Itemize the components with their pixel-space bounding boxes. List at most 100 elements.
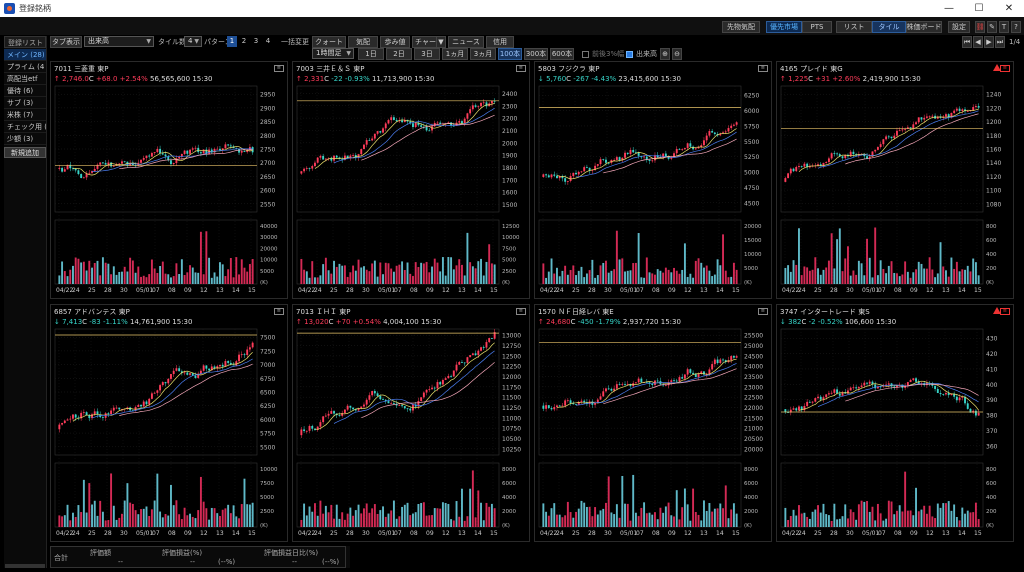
price-tick-label: 2650 <box>260 174 275 181</box>
add-list-button[interactable]: 新規追加 <box>4 147 46 158</box>
date-tick-label: 30 <box>846 530 854 537</box>
volume-tick-label: (K) <box>986 523 994 529</box>
list-view-button[interactable]: リスト <box>836 21 872 33</box>
date-tick-label: 08 <box>410 530 418 537</box>
date-tick-label: 15 <box>974 530 982 537</box>
news-button[interactable]: ニュース <box>448 36 484 48</box>
stock-board-button[interactable]: 株価ボード <box>906 21 942 33</box>
sidebar-item[interactable]: プライム (4 <box>4 61 46 73</box>
sidebar-scrollbar[interactable] <box>5 564 45 568</box>
interval-select[interactable]: 1時間足 <box>312 48 354 59</box>
date-tick-label: 30 <box>362 530 370 537</box>
volume-checkbox[interactable] <box>626 51 633 58</box>
prev-page-icon[interactable]: ◀ <box>973 36 983 48</box>
candlestick-chart[interactable]: 6250600057505500525050004750450020000150… <box>535 62 773 300</box>
date-tick-label: 07 <box>394 287 402 294</box>
candlestick-chart[interactable]: 13000 12750 12500 12250 12000 11750 11500 11250… <box>293 305 531 543</box>
tile-view-button[interactable]: タイル <box>872 21 906 33</box>
date-tick-label: 07 <box>394 530 402 537</box>
quote-button[interactable]: クォート <box>312 36 346 48</box>
range-3d-button[interactable]: 3日 <box>414 48 440 60</box>
sidebar-item[interactable]: メイン (28) <box>4 49 46 61</box>
limit-band-checkbox[interactable] <box>582 51 589 58</box>
sidebar-item[interactable]: サブ (3) <box>4 97 46 109</box>
date-tick-label: 25 <box>572 530 580 537</box>
last-page-icon[interactable]: ⏭ <box>995 36 1005 48</box>
range-2d-button[interactable]: 2日 <box>386 48 412 60</box>
zoom-in-icon[interactable]: ⊕ <box>660 48 670 60</box>
minimize-button[interactable]: — <box>934 0 964 17</box>
pen-icon[interactable]: ✎ <box>987 21 997 33</box>
sidebar-item[interactable]: 優待 (6) <box>4 85 46 97</box>
volume-tick-label: 5000 <box>260 495 274 501</box>
date-tick-label: 13 <box>216 530 224 537</box>
priority-market-button[interactable]: 優先市場 <box>766 21 802 33</box>
date-tick-label: 30 <box>120 287 128 294</box>
price-tick-label: 24000 <box>744 364 763 371</box>
candlestick-chart[interactable]: 2950 2900 2850 2800 2750 2700 2650 2600 2550 4000… <box>51 62 289 300</box>
price-tick-label: 4500 <box>744 200 759 207</box>
pattern-4-button[interactable]: 4 <box>263 36 273 47</box>
date-tick-label: 07 <box>878 530 886 537</box>
candlestick-chart[interactable]: 25500 25000 24500 24000 23500 23000 22500 22000… <box>535 305 773 543</box>
price-tick-label: 1800 <box>502 165 517 172</box>
candlestick-chart[interactable]: 430 420 410 400 390 380 370 360 800 600 400 200 (K) 0… <box>777 305 1015 543</box>
sidebar-item[interactable]: 米株 (7) <box>4 109 46 121</box>
price-tick-label: 2300 <box>502 103 517 110</box>
futures-quote-button[interactable]: 先物気配 <box>722 21 760 33</box>
range-600-button[interactable]: 600本 <box>550 48 574 60</box>
candlestick-chart[interactable]: 1240 1220 1200 1180 1160 1140 1120 1100 1080 800 6… <box>777 62 1015 300</box>
date-tick-label: 28 <box>104 530 112 537</box>
pnl-pct: (--%) <box>218 558 236 566</box>
text-size-icon[interactable]: T <box>999 21 1009 33</box>
pattern-3-button[interactable]: 3 <box>251 36 261 47</box>
order-book-button[interactable]: 気配 <box>348 36 378 48</box>
chart-tile[interactable]: 1570 ＮＦ日経レバ 東E ↑ 24,680C -450 -1.79% 2,93… <box>534 304 772 542</box>
tab-display-select[interactable]: 出来高 <box>84 36 154 47</box>
pattern-2-button[interactable]: 2 <box>239 36 249 47</box>
credit-button[interactable]: 信用 <box>486 36 514 48</box>
range-3m-button[interactable]: 3ヵ月 <box>470 48 496 60</box>
settings-button[interactable]: 設定 <box>948 21 970 33</box>
date-tick-label: 13 <box>700 287 708 294</box>
volume-tick-label: 8000 <box>744 467 758 473</box>
chart-dropdown-icon[interactable]: ▼ <box>436 36 446 48</box>
tile-count-select[interactable]: 4 <box>184 36 202 47</box>
sidebar-item[interactable]: 高配当etf <box>4 73 46 85</box>
pts-button[interactable]: PTS <box>802 21 832 33</box>
next-page-icon[interactable]: ▶ <box>984 36 994 48</box>
first-page-icon[interactable]: ⏮ <box>962 36 972 48</box>
candlestick-chart[interactable]: 7500 7250 7000 6750 6500 6250 6000 5750 5500 1000… <box>51 305 289 543</box>
date-tick-label: 24 <box>556 287 564 294</box>
date-tick-label: 24 <box>314 530 322 537</box>
link-icon[interactable]: ⛓ <box>975 21 985 33</box>
candlestick-chart[interactable]: 2400 2300 2200 2100 2000 1900 1800 1700 1600 1500… <box>293 62 531 300</box>
date-tick-label: 08 <box>894 287 902 294</box>
range-100-button[interactable]: 100本 <box>498 48 522 60</box>
close-button[interactable]: ✕ <box>994 0 1024 17</box>
price-tick-label: 2850 <box>260 119 275 126</box>
pattern-1-button[interactable]: 1 <box>227 36 237 47</box>
sidebar-item[interactable]: 少額 (3) <box>4 133 46 145</box>
chart-tile[interactable]: 5803 フジクラ 東P ↓ 5,760C -267 -4.43% 23,415,… <box>534 61 772 299</box>
range-1d-button[interactable]: 1日 <box>358 48 384 60</box>
zoom-out-icon[interactable]: ⊖ <box>672 48 682 60</box>
maximize-button[interactable]: ☐ <box>964 0 994 17</box>
range-1m-button[interactable]: 1ヵ月 <box>442 48 468 60</box>
sidebar-item[interactable]: チェック用 ( <box>4 121 46 133</box>
date-tick-label: 24 <box>314 287 322 294</box>
volume-tick-label: (K) <box>986 280 994 286</box>
chart-tile[interactable]: 7003 三井Ｅ＆Ｓ 東P ↑ 2,331C -22 -0.93% 11,713,… <box>292 61 530 299</box>
help-icon[interactable]: ? <box>1011 21 1021 33</box>
date-tick-label: 25 <box>814 287 822 294</box>
volume-tick-label: 20000 <box>260 246 278 252</box>
tick-history-button[interactable]: 歩み値 <box>380 36 410 48</box>
watchlist-sidebar: 登録リスト メイン (28) プライム (4 高配当etf 優待 (6) サブ (3) 米… <box>4 36 47 568</box>
chart-tile[interactable]: 6857 アドバンテス 東P ↓ 7,413C -83 -1.11% 14,761… <box>50 304 288 542</box>
chart-tile[interactable]: 3747 インタートレード 東S ↓ 382C -2 -0.52% 106,600… <box>776 304 1014 542</box>
chart-tile[interactable]: 7011 三菱重 東P ↑ 2,746.0C +68.0 +2.54% 56,56… <box>50 61 288 299</box>
chart-tile[interactable]: 7013 ＩＨＩ 東P ↑ 13,020C +70 +0.54% 4,004,10… <box>292 304 530 542</box>
range-300-button[interactable]: 300本 <box>524 48 548 60</box>
chart-tile[interactable]: 4165 プレイド 東G ↑ 1,225C +31 +2.60% 2,419,90… <box>776 61 1014 299</box>
volume-tick-label: 10000 <box>260 258 278 264</box>
